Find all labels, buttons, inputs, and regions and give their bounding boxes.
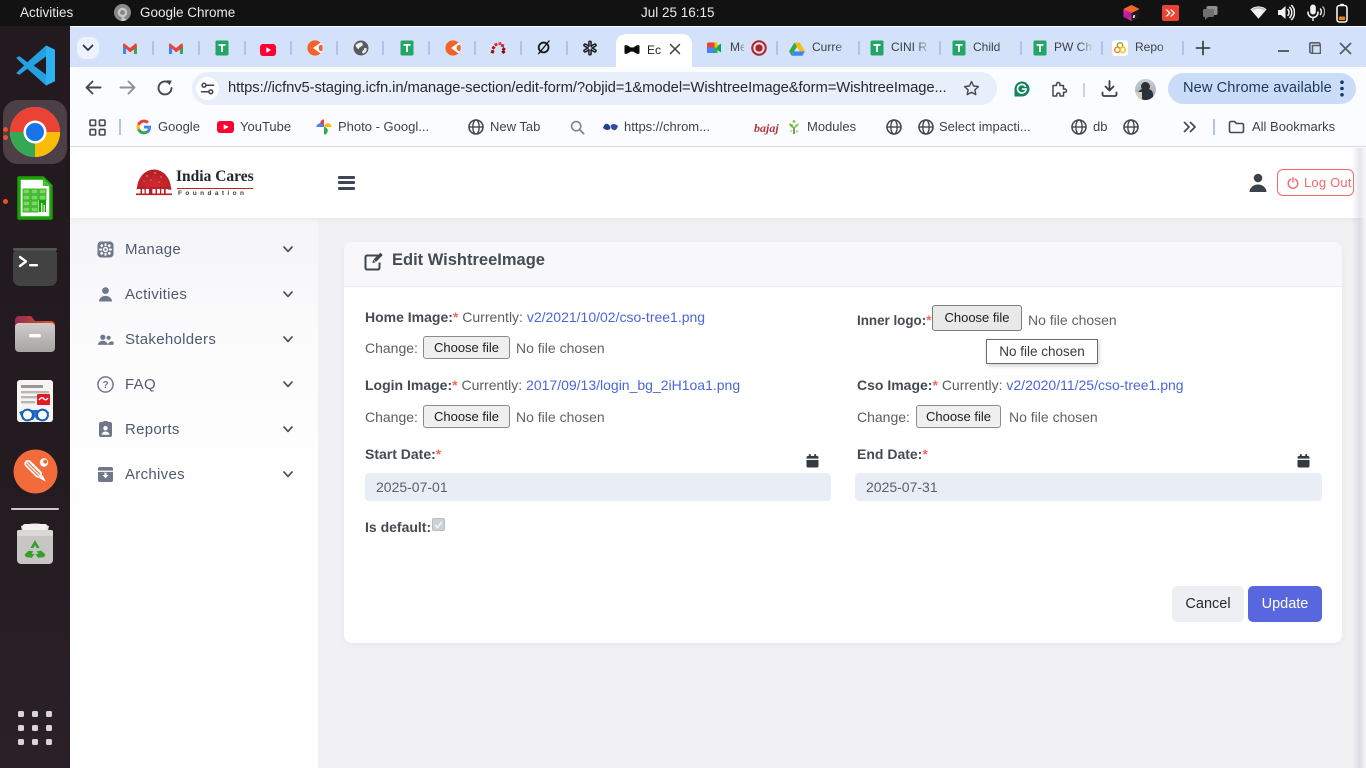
svg-text:?: ? xyxy=(102,380,108,391)
